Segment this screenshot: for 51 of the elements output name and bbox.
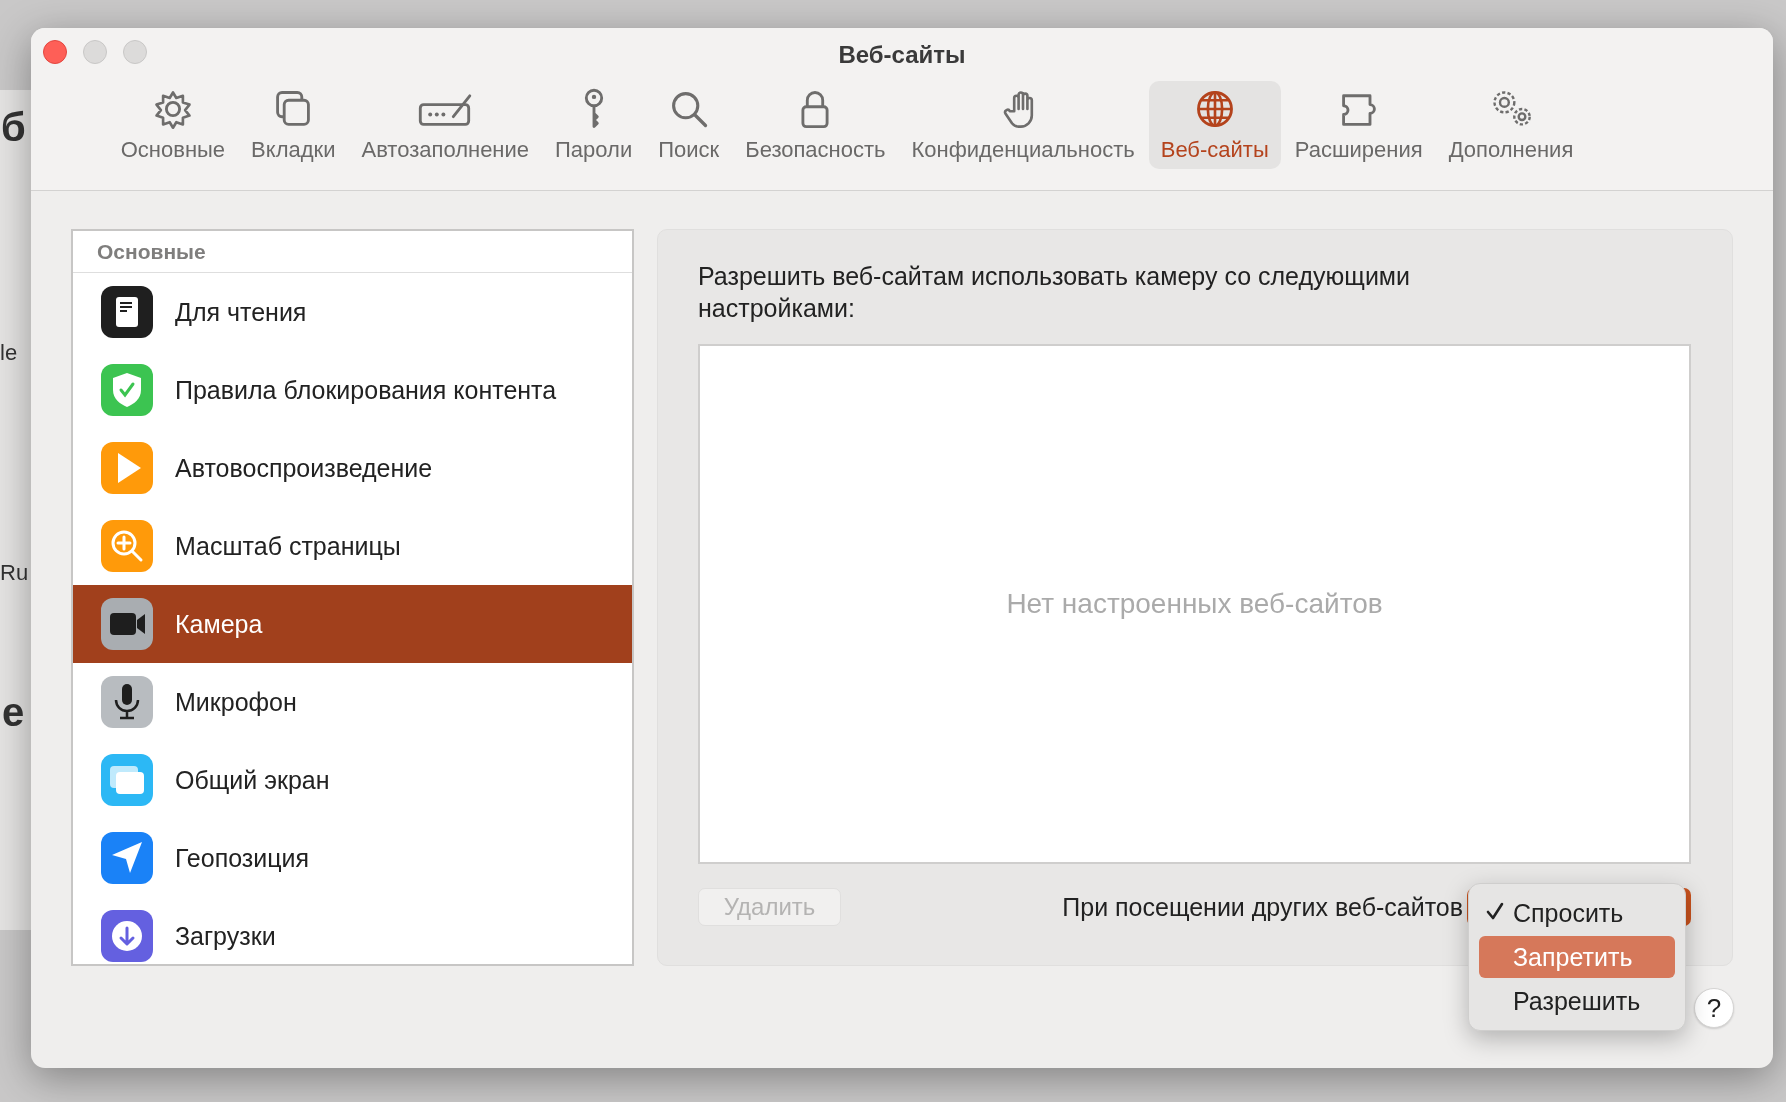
toolbar-tab[interactable]: Безопасность: [733, 81, 898, 169]
sidebar-item[interactable]: Камера: [73, 585, 632, 663]
toolbar-tab[interactable]: Поиск: [646, 81, 732, 169]
toolbar-tab[interactable]: Дополнения: [1436, 81, 1586, 169]
sidebar-item[interactable]: Общий экран: [73, 741, 632, 819]
item-label: Общий экран: [175, 765, 330, 795]
empty-message: Нет настроенных веб-сайтов: [1006, 588, 1383, 620]
toolbar-tab[interactable]: Автозаполнение: [349, 81, 542, 169]
download-icon: [101, 910, 153, 962]
background-text: Ru: [0, 560, 29, 586]
background-text: б: [1, 105, 26, 150]
play-icon: [101, 442, 153, 494]
background-text: le: [0, 340, 18, 366]
toolbar-tab[interactable]: Веб-сайты: [1148, 81, 1281, 169]
description-text: Разрешить веб-сайтам использовать камеру со следующими настройками:: [698, 261, 1411, 324]
menu-item[interactable]: Разрешить: [1479, 980, 1675, 1022]
item-label: Геопозиция: [175, 843, 310, 873]
shield-icon: [101, 364, 153, 416]
microphone-icon: [101, 676, 153, 728]
toolbar-tab[interactable]: Пароли: [543, 81, 645, 169]
sidebar-item[interactable]: Загрузки: [73, 897, 632, 964]
zoom-button[interactable]: [123, 40, 147, 64]
windows-icon: [101, 754, 153, 806]
sidebar-item[interactable]: Автовоспроизведение: [73, 429, 632, 507]
toolbar-tab[interactable]: Конфиденциальность: [899, 81, 1147, 169]
item-label: Камера: [175, 609, 263, 639]
sidebar-item[interactable]: Геопозиция: [73, 819, 632, 897]
minimize-button[interactable]: [83, 40, 107, 64]
item-label: Загрузки: [175, 921, 276, 951]
item-label: Микрофон: [175, 687, 297, 717]
menu-item[interactable]: Спросить: [1479, 892, 1675, 934]
zoom-icon: [101, 520, 153, 572]
window-title: Веб-сайты: [838, 41, 966, 69]
background-text: е: [2, 690, 25, 735]
item-label: Автовоспроизведение: [175, 453, 433, 483]
item-label: Масштаб страницы: [175, 531, 401, 561]
help-button[interactable]: ?: [1694, 988, 1734, 1028]
item-label: Правила блокирования контента: [175, 375, 557, 405]
item-label: Для чтения: [175, 297, 307, 327]
toolbar-tab[interactable]: Основные: [108, 81, 238, 169]
video-camera-icon: [101, 598, 153, 650]
toolbar-tab[interactable]: Расширения: [1282, 81, 1435, 169]
sidebar-item[interactable]: Для чтения: [73, 273, 632, 351]
sidebar-item[interactable]: Микрофон: [73, 663, 632, 741]
sidebar-item[interactable]: Масштаб страницы: [73, 507, 632, 585]
sidebar-item[interactable]: Правила блокирования контента: [73, 351, 632, 429]
toolbar-tab[interactable]: Вкладки: [239, 81, 348, 169]
list-header: Основные: [73, 231, 632, 273]
document-icon: [101, 286, 153, 338]
other-sites-label: При посещении других веб-сайтов: [1062, 892, 1463, 922]
close-button[interactable]: [43, 40, 67, 64]
